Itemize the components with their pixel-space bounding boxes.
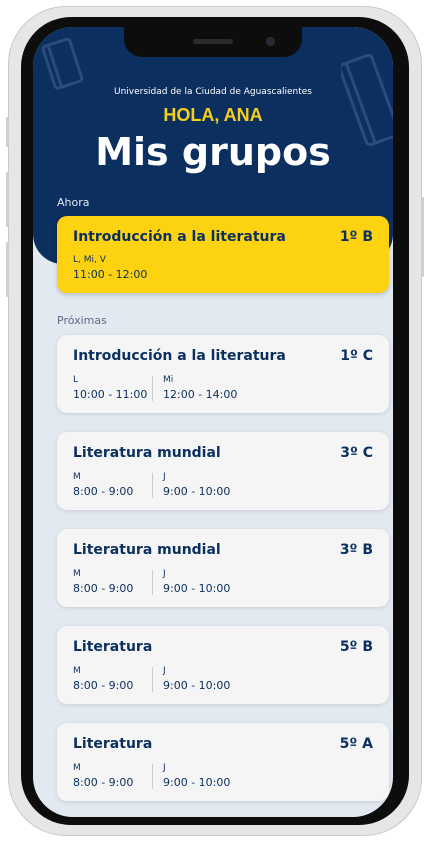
class-group: 3º B bbox=[339, 542, 373, 558]
slot-days: J bbox=[163, 569, 166, 579]
class-group: 3º C bbox=[340, 445, 373, 461]
schedule-slot: L 10:00 - 11:00 bbox=[73, 375, 147, 401]
slot-time: 8:00 - 9:00 bbox=[73, 582, 134, 595]
class-title: Literatura bbox=[73, 639, 153, 655]
university-name: Universidad de la Ciudad de Aguascalient… bbox=[114, 87, 312, 97]
class-group: 1º B bbox=[339, 229, 373, 245]
schedule-slot: J 9:00 - 10:00 bbox=[163, 666, 230, 692]
page-title: Mis grupos bbox=[95, 130, 331, 174]
speaker-icon bbox=[193, 39, 233, 44]
class-card[interactable]: Introducción a la literatura 1º C L 10:0… bbox=[57, 335, 389, 413]
slot-days: L bbox=[73, 375, 79, 385]
slot-time: 9:00 - 10:00 bbox=[163, 776, 231, 789]
class-title: Introducción a la literatura bbox=[73, 348, 286, 364]
app-screen: Universidad de la Ciudad de Aguascalient… bbox=[33, 27, 393, 817]
class-card[interactable]: Literatura mundial 3º C M 8:00 - 9:00 J … bbox=[57, 432, 389, 510]
phone-side-button bbox=[6, 117, 9, 147]
phone-side-button bbox=[421, 197, 424, 277]
schedule-slot: M 8:00 - 9:00 bbox=[73, 763, 133, 789]
schedule-slot: J 9:00 - 10:00 bbox=[163, 569, 230, 595]
schedule-slot: L, Mi, V 11:00 - 12:00 bbox=[73, 255, 147, 281]
class-card[interactable]: Literatura mundial 3º B M 8:00 - 9:00 J … bbox=[57, 529, 389, 607]
phone-side-button bbox=[6, 242, 9, 297]
slot-days: M bbox=[73, 666, 81, 676]
schedule-slot: Mi 12:00 - 14:00 bbox=[163, 375, 237, 401]
slot-time: 11:00 - 12:00 bbox=[73, 268, 148, 281]
phone-notch bbox=[124, 27, 302, 57]
section-label-now: Ahora bbox=[57, 196, 90, 209]
phone-frame: Universidad de la Ciudad de Aguascalient… bbox=[6, 6, 424, 836]
slot-days: L, Mi, V bbox=[73, 255, 106, 265]
slot-days: M bbox=[73, 569, 81, 579]
class-group: 5º B bbox=[339, 639, 373, 655]
slot-time: 10:00 - 11:00 bbox=[73, 388, 148, 401]
schedule-slot: J 9:00 - 10:00 bbox=[163, 472, 230, 498]
book-icon bbox=[41, 37, 84, 90]
slot-divider bbox=[152, 570, 153, 595]
slot-divider bbox=[152, 376, 153, 401]
slot-days: J bbox=[163, 472, 166, 482]
class-title: Literatura mundial bbox=[73, 542, 221, 558]
slot-time: 9:00 - 10:00 bbox=[163, 679, 231, 692]
current-class-card[interactable]: Introducción a la literatura 1º B L, Mi,… bbox=[57, 216, 389, 293]
class-title: Literatura mundial bbox=[73, 445, 221, 461]
slot-time: 9:00 - 10:00 bbox=[163, 485, 231, 498]
class-card[interactable]: Literatura 5º B M 8:00 - 9:00 J 9:00 - 1… bbox=[57, 626, 389, 704]
schedule-slot: J 9:00 - 10:00 bbox=[163, 763, 230, 789]
class-card[interactable]: Literatura 5º A M 8:00 - 9:00 J 9:00 - 1… bbox=[57, 723, 389, 801]
slot-time: 8:00 - 9:00 bbox=[73, 485, 134, 498]
phone-side-button bbox=[6, 172, 9, 227]
slot-divider bbox=[152, 667, 153, 692]
class-group: 5º A bbox=[339, 736, 373, 752]
slot-time: 8:00 - 9:00 bbox=[73, 679, 134, 692]
slot-days: J bbox=[163, 666, 166, 676]
greeting: HOLA, ANA bbox=[163, 105, 263, 125]
camera-icon bbox=[266, 37, 275, 46]
class-title: Literatura bbox=[73, 736, 153, 752]
slot-time: 8:00 - 9:00 bbox=[73, 776, 134, 789]
slot-days: J bbox=[163, 763, 166, 773]
slot-time: 12:00 - 14:00 bbox=[163, 388, 238, 401]
slot-days: Mi bbox=[163, 375, 174, 385]
schedule-slot: M 8:00 - 9:00 bbox=[73, 666, 133, 692]
schedule-slot: M 8:00 - 9:00 bbox=[73, 472, 133, 498]
class-group: 1º C bbox=[340, 348, 373, 364]
slot-days: M bbox=[73, 763, 81, 773]
schedule-slot: M 8:00 - 9:00 bbox=[73, 569, 133, 595]
slot-days: M bbox=[73, 472, 81, 482]
slot-divider bbox=[152, 473, 153, 498]
class-title: Introducción a la literatura bbox=[73, 229, 286, 245]
slot-time: 9:00 - 10:00 bbox=[163, 582, 231, 595]
slot-divider bbox=[152, 764, 153, 789]
section-label-upcoming: Próximas bbox=[57, 314, 107, 327]
